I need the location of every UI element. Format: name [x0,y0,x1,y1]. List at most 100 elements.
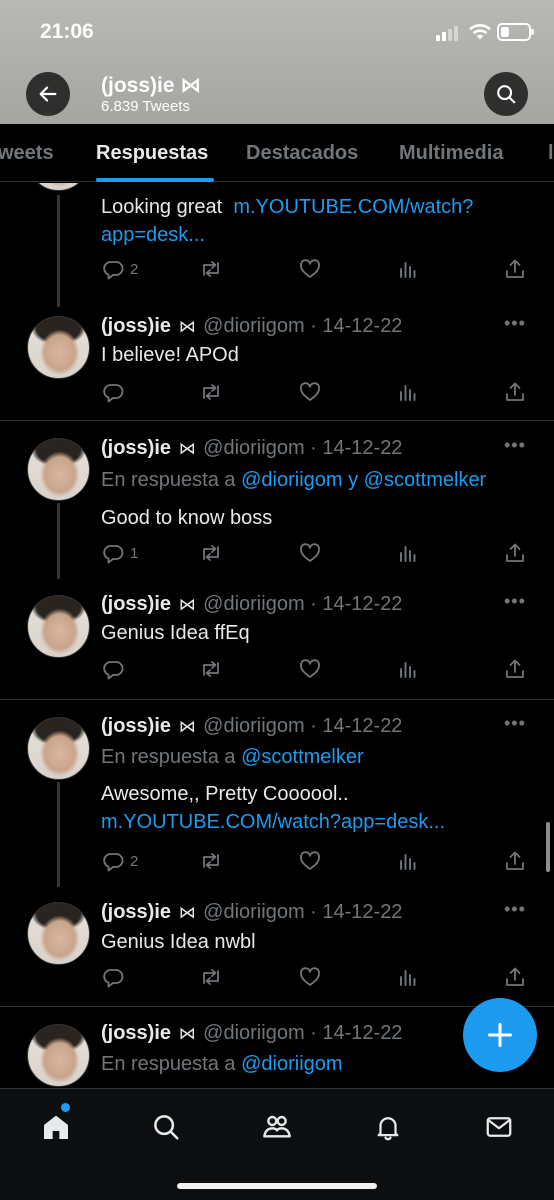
author-name[interactable]: (joss)ie [101,901,171,923]
cellular-signal-icon [436,25,462,41]
views-button[interactable] [396,849,420,873]
more-icon[interactable]: ••• [504,899,526,920]
tab-multimedia[interactable]: Multimedia [399,142,503,165]
like-button[interactable] [298,849,322,873]
share-button[interactable] [503,849,527,873]
retweet-button[interactable] [199,965,223,989]
tweet-link[interactable]: m.YOUTUBE.COM/watch?app=desk... [101,811,445,833]
retweet-button[interactable] [199,257,223,281]
reply-button[interactable]: 1 [101,541,138,565]
views-button[interactable] [396,380,420,404]
share-button[interactable] [503,965,527,989]
author-name[interactable]: (joss)ie [101,593,171,615]
back-button[interactable] [26,72,70,116]
nav-home[interactable] [36,1107,76,1147]
tweet-link[interactable]: m.YOUTUBE.COM/watch? [233,196,473,218]
tweet-meta: (joss)ie ⋈ @dioriigom · 14-12-22 [101,593,402,616]
more-icon[interactable]: ••• [504,435,526,456]
retweet-button[interactable] [199,380,223,404]
author-handle-date[interactable]: @dioriigom · 14-12-22 [203,593,402,615]
avatar[interactable] [27,1024,90,1087]
share-button[interactable] [503,541,527,565]
tab-respuestas[interactable]: Respuestas [96,142,208,165]
retweet-button[interactable] [199,541,223,565]
battery-icon [497,23,534,41]
more-icon[interactable]: ••• [504,591,526,612]
compose-tweet-button[interactable] [463,998,537,1072]
tweet[interactable]: (joss)ie ⋈ @dioriigom · 14-12-22 ••• Gen… [0,887,554,1007]
heart-icon [300,382,320,401]
author-handle-date[interactable]: @dioriigom · 14-12-22 [203,1022,402,1044]
like-button[interactable] [298,657,322,681]
views-button[interactable] [396,541,420,565]
avatar[interactable] [27,595,90,658]
tweet-link-line[interactable]: m.YOUTUBE.COM/watch?app=desk... [101,808,445,836]
author-name[interactable]: (joss)ie [101,715,171,737]
search-button[interactable] [484,72,528,116]
reply-button[interactable]: 2 [101,257,138,281]
author-name[interactable]: (joss)ie [101,315,171,337]
reply-button[interactable] [101,657,130,681]
like-button[interactable] [298,257,322,281]
tweet[interactable]: (joss)ie ⋈ @dioriigom · 14-12-22 ••• En … [0,421,554,579]
tab-overflow[interactable]: l [548,142,554,165]
views-button[interactable] [396,257,420,281]
share-button[interactable] [503,657,527,681]
retweet-icon [203,969,219,985]
nav-notifications[interactable] [368,1107,408,1147]
retweet-button[interactable] [199,849,223,873]
tweet-text: Awesome,, Pretty Coooool.. [101,783,349,805]
views-icon [400,546,416,562]
reply-button[interactable]: 2 [101,849,138,873]
share-button[interactable] [503,380,527,404]
tweet-count: 6.839 Tweets [101,98,190,115]
nav-communities[interactable] [257,1107,297,1147]
mention-link[interactable]: @scottmelker [364,469,487,491]
author-name[interactable]: (joss)ie [101,437,171,459]
avatar[interactable] [27,183,90,191]
tweet[interactable]: Looking great m.YOUTUBE.COM/watch? app=d… [0,183,554,307]
tweet-feed[interactable]: Looking great m.YOUTUBE.COM/watch? app=d… [0,183,554,1088]
like-button[interactable] [298,541,322,565]
avatar[interactable] [27,316,90,379]
mention-link[interactable]: @scottmelker [241,746,364,768]
reply-icon [103,545,124,564]
author-name[interactable]: (joss)ie [101,1022,171,1044]
more-icon[interactable]: ••• [504,713,526,734]
tweet[interactable]: (joss)ie ⋈ @dioriigom · 14-12-22 ••• Gen… [0,579,554,700]
home-icon [44,1115,68,1139]
like-button[interactable] [298,965,322,989]
reply-button[interactable] [101,380,130,404]
nav-messages[interactable] [479,1107,519,1147]
tweet[interactable]: (joss)ie ⋈ @dioriigom · 14-12-22 ••• En … [0,700,554,887]
author-handle-date[interactable]: @dioriigom · 14-12-22 [203,437,402,459]
tweet-link[interactable]: app=desk... [101,224,205,246]
home-indicator[interactable] [177,1183,377,1189]
scrollbar-thumb[interactable] [546,822,550,872]
reply-prefix: En respuesta a [101,469,236,491]
author-handle-date[interactable]: @dioriigom · 14-12-22 [203,715,402,737]
status-bar: 21:06 [0,0,554,60]
reply-button[interactable] [101,965,130,989]
more-icon[interactable]: ••• [504,313,526,334]
tweet[interactable]: (joss)ie ⋈ @dioriigom · 14-12-22 ••• I b… [0,307,554,421]
retweet-button[interactable] [199,657,223,681]
nav-search[interactable] [146,1107,186,1147]
author-handle-date[interactable]: @dioriigom · 14-12-22 [203,315,402,337]
share-button[interactable] [503,257,527,281]
avatar[interactable] [27,902,90,965]
bowtie-symbol: ⋈ [178,903,196,922]
views-button[interactable] [396,657,420,681]
like-button[interactable] [298,380,322,404]
author-handle-date[interactable]: @dioriigom · 14-12-22 [203,901,402,923]
tab-destacados[interactable]: Destacados [246,142,358,165]
tab-tweets[interactable]: weets [0,142,54,165]
mention-link[interactable]: @dioriigom [241,1053,342,1075]
avatar[interactable] [27,438,90,501]
status-time: 21:06 [40,20,94,43]
tweet-link-continued[interactable]: app=desk... [101,221,205,249]
views-button[interactable] [396,965,420,989]
avatar[interactable] [27,717,90,780]
mention-link[interactable]: @dioriigom [241,469,342,491]
reply-icon [103,969,124,988]
